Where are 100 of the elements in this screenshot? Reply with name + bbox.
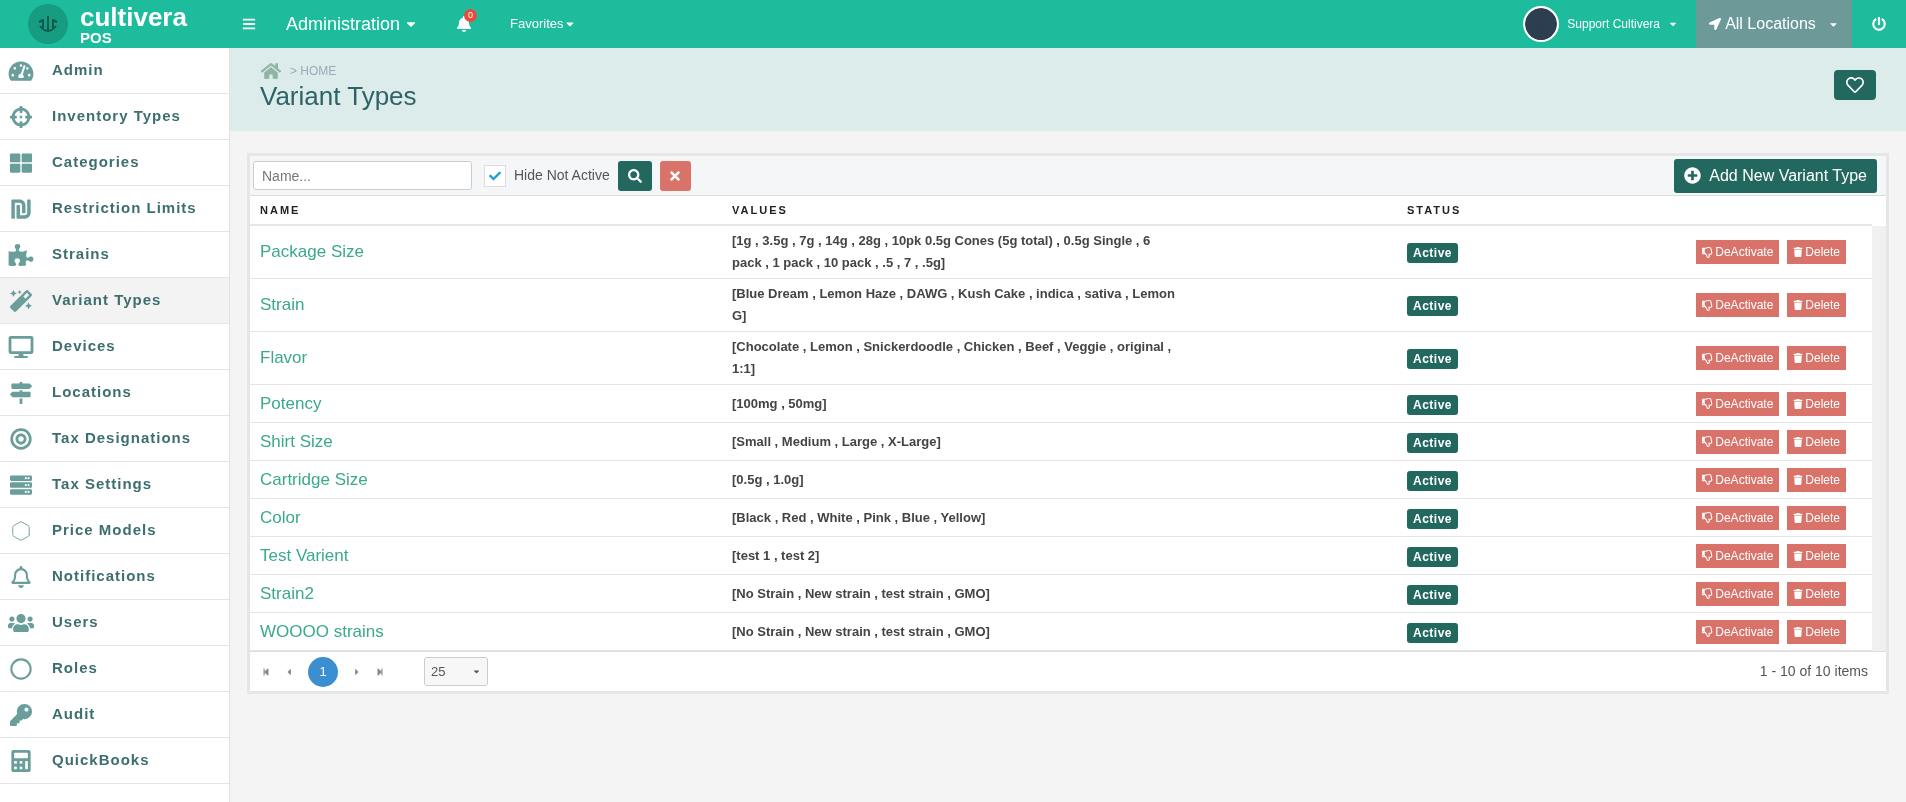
status-badge: Active [1407,349,1459,369]
delete-button[interactable]: Delete [1787,543,1846,568]
key-icon [8,703,34,726]
variant-name-link[interactable]: Flavor [250,345,722,371]
module-dropdown[interactable]: Administration [286,10,419,38]
delete-button[interactable]: Delete [1787,391,1846,416]
column-header: STATUS [1406,202,1462,218]
values-cell-text: [100mg , 50mg] [731,394,828,413]
values-cell-text: [1g , 3.5g , 7g , 14g , 28g , 10pk 0.5g Cones (5g total) , 0.5g Single , 6 pack , 1 pack , 10 pack , .5 , 7 , .5g] [731,232,1152,272]
variant-name-link[interactable]: Cartridge Size [250,466,722,493]
favorites-dropdown[interactable]: Favorites [510,14,576,34]
trash-icon [1793,247,1804,257]
caret-icon [472,667,481,676]
search-icon [627,168,642,183]
deactivate-button[interactable]: DeActivate [1696,581,1780,606]
delete-button[interactable]: Delete [1787,581,1846,606]
brand-sub: POS [80,29,113,45]
status-badge: Active [1407,508,1459,529]
clear-button[interactable] [659,160,691,191]
page-button[interactable]: 1 [308,656,338,687]
variant-name-link[interactable]: Package Size [250,239,722,265]
trash-icon [1793,436,1804,447]
status-badge: Active [1407,432,1459,453]
deactivate-button[interactable]: DeActivate [1696,429,1780,454]
thumbs-down-icon [1702,246,1714,258]
thumbs-down-icon [1702,626,1714,637]
hide-not-active-checkbox[interactable]: Hide Not Active [484,164,610,187]
delete-button[interactable]: Delete [1787,429,1846,454]
variant-name-link[interactable]: WOOOO strains [250,618,722,645]
bell-icon [8,565,34,588]
values-cell-text: [Blue Dream , Lemon Haze , DAWG , Kush Cake , indica , sativa , Lemon G] [731,285,1176,325]
name-search-field[interactable]: Name... [253,161,472,190]
deactivate-button[interactable]: DeActivate [1696,391,1780,416]
values-cell-text: [Chocolate , Lemon , Snickerdoodle , Chicken , Beef , Veggie , original , 1:1] [731,338,1173,378]
plant-logo-icon [28,4,68,44]
delete-button[interactable]: Delete [1787,619,1846,644]
variant-name-link[interactable]: Shirt Size [250,428,722,455]
deactivate-button[interactable]: DeActivate [1696,346,1780,370]
deactivate-button[interactable]: DeActivate [1696,293,1780,317]
thumbs-down-icon [1702,588,1714,599]
trash-icon [1793,512,1804,523]
location-dropdown[interactable]: All Locations [1696,0,1852,48]
values-cell-text: [No Strain , New strain , test strain , GMO] [731,584,991,603]
deactivate-button[interactable]: DeActivate [1696,619,1780,644]
deactivate-button[interactable]: DeActivate [1696,467,1780,492]
variant-name-link[interactable]: Strain [250,292,722,318]
magic-wand-icon [8,289,34,312]
variant-name-link[interactable]: Potency [250,390,722,417]
column-header: NAME [259,202,302,218]
deactivate-button[interactable]: DeActivate [1696,505,1780,530]
thumbs-down-icon [1702,512,1714,523]
favorite-button[interactable] [1834,70,1876,100]
trash-icon [1793,626,1804,637]
status-badge: Active [1407,546,1459,567]
server-icon [8,473,34,496]
delete-button[interactable]: Delete [1787,346,1846,370]
users-icon [8,611,34,634]
breadcrumb-link[interactable]: > HOME [290,62,337,80]
user-menu[interactable]: Support Cultivera [1523,6,1678,42]
variant-name-link[interactable]: Strain2 [250,580,722,607]
add-variant-type-button[interactable]: Add New Variant Type [1674,158,1877,193]
heart-icon [1846,76,1864,94]
search-button[interactable] [617,160,652,191]
thumbs-down-icon [1702,299,1714,311]
pager-summary: 1 - 10 of 10 items [1759,662,1868,681]
thumbs-down-icon [1702,550,1714,561]
values-cell-text: [0.5g , 1.0g] [731,470,805,489]
delete-button[interactable]: Delete [1787,293,1846,317]
power-icon [1872,17,1886,31]
first-page-icon[interactable] [262,667,270,676]
grid-icon [8,151,34,174]
status-badge: Active [1407,622,1459,643]
variant-name-link[interactable]: Test Varient [250,542,722,569]
sidebar-item[interactable]: Variant Types [0,278,229,324]
values-cell-text: [No Strain , New strain , test strain , GMO] [731,622,991,641]
close-icon [668,168,683,183]
column-header: VALUES [731,202,789,218]
notification-count: 0 [464,9,478,22]
delete-button[interactable]: Delete [1787,467,1846,492]
trash-icon [1793,550,1804,561]
notifications-button[interactable]: 0 [452,12,477,36]
delete-button[interactable]: Delete [1787,240,1846,264]
trash-icon [1793,398,1804,409]
last-page-icon[interactable] [376,667,384,676]
values-cell-text: [test 1 , test 2] [731,546,821,565]
status-badge: Active [1407,394,1459,415]
deactivate-button[interactable]: DeActivate [1696,240,1780,264]
thumbs-down-icon [1702,398,1714,409]
deactivate-button[interactable]: DeActivate [1696,543,1780,568]
target-icon [8,427,34,450]
page-size-dropdown[interactable]: 25 [424,657,488,686]
values-cell-text: [Small , Medium , Large , X-Large] [731,432,942,451]
variant-name-link[interactable]: Color [250,504,722,531]
status-badge: Active [1407,296,1459,316]
status-badge: Active [1407,470,1459,491]
delete-button[interactable]: Delete [1787,505,1846,530]
thumbs-down-icon [1702,474,1714,485]
page-title: Variant Types [260,80,417,113]
menu-icon [242,17,256,31]
home-icon[interactable] [260,62,282,80]
